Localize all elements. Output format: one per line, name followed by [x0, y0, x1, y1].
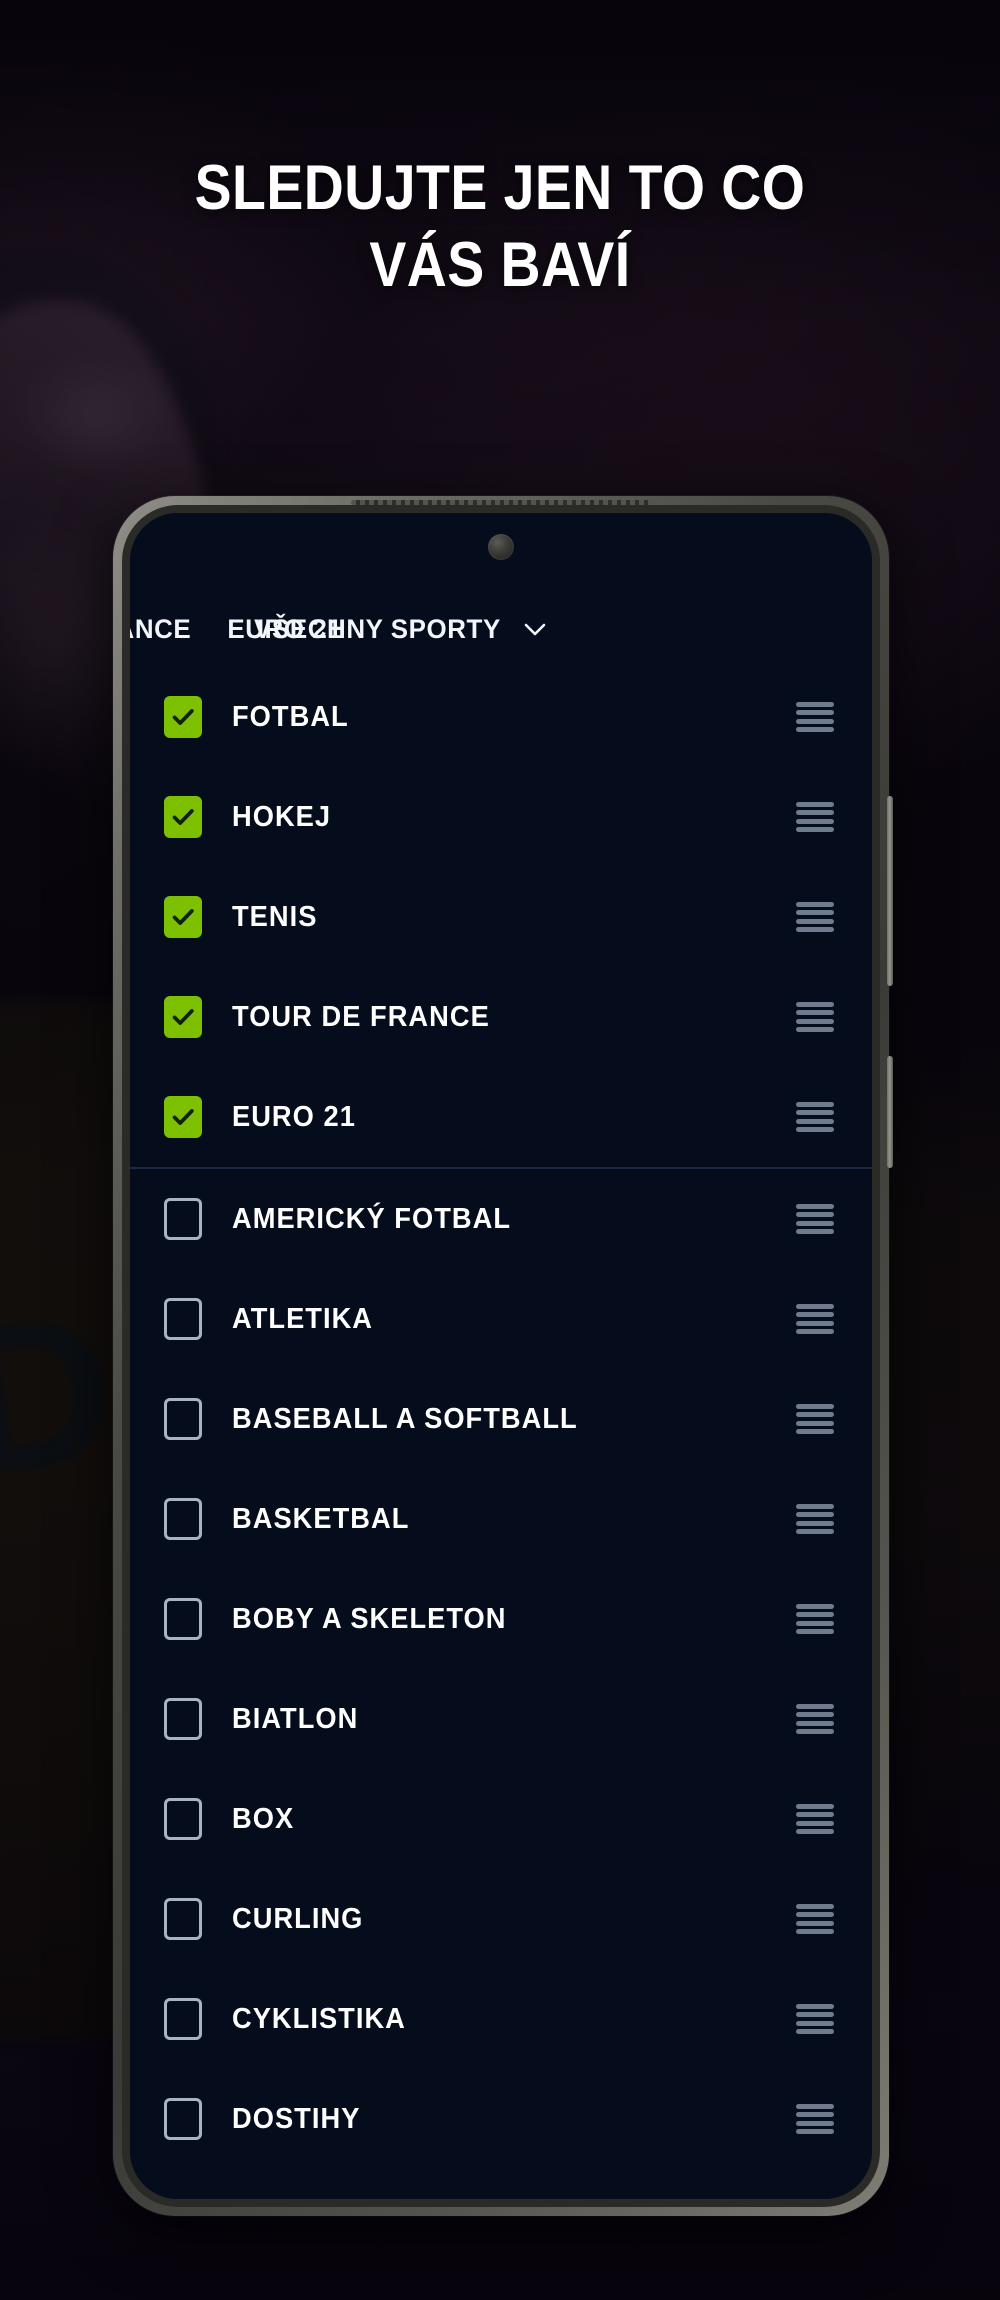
- checkbox-checked-icon[interactable]: [164, 896, 202, 938]
- checkbox-checked-icon[interactable]: [164, 796, 202, 838]
- volume-rocker-button[interactable]: [887, 796, 893, 986]
- sport-row[interactable]: TOUR DE FRANCE: [130, 967, 872, 1067]
- checkbox-checked-icon[interactable]: [164, 696, 202, 738]
- checkbox-unchecked-icon[interactable]: [164, 1398, 202, 1440]
- sport-label: BOBY A SKELETON: [232, 1602, 507, 1635]
- checkbox-unchecked-icon[interactable]: [164, 2098, 202, 2140]
- checkbox-unchecked-icon[interactable]: [164, 1698, 202, 1740]
- headline-line-1: SLEDUJTE JEN TO CO: [194, 153, 806, 223]
- sport-group-available: AMERICKÝ FOTBAL ATLETIKA BASEBALL A SOFTBA…: [130, 1169, 872, 2169]
- drag-handle-icon[interactable]: [796, 1504, 834, 1534]
- sport-label: TENIS: [232, 900, 318, 933]
- tab-tour-de-france[interactable]: R DE FRANCE: [130, 614, 191, 645]
- page-headline: SLEDUJTE JEN TO CO VÁS BAVÍ: [0, 150, 1000, 304]
- checkbox-unchecked-icon[interactable]: [164, 1598, 202, 1640]
- headline-line-2: VÁS BAVÍ: [369, 229, 631, 300]
- checkbox-unchecked-icon[interactable]: [164, 1498, 202, 1540]
- sport-label: CURLING: [232, 1902, 364, 1935]
- drag-handle-icon[interactable]: [796, 1404, 834, 1434]
- drag-handle-icon[interactable]: [796, 2004, 834, 2034]
- phone-screen: R DE FRANCE EURO 21 VŠECHNY SPORTY FOTBA…: [130, 513, 872, 2199]
- drag-handle-icon[interactable]: [796, 1904, 834, 1934]
- sport-label: ATLETIKA: [232, 1302, 374, 1335]
- drag-handle-icon[interactable]: [796, 2104, 834, 2134]
- drag-handle-icon[interactable]: [796, 802, 834, 832]
- drag-handle-icon[interactable]: [796, 1204, 834, 1234]
- sport-label: CYKLISTIKA: [232, 2002, 406, 2035]
- drag-handle-icon[interactable]: [796, 902, 834, 932]
- checkbox-unchecked-icon[interactable]: [164, 1298, 202, 1340]
- front-camera-icon: [488, 534, 514, 560]
- sport-row[interactable]: BOBY A SKELETON: [130, 1569, 872, 1669]
- sport-row[interactable]: EURO 21: [130, 1067, 872, 1167]
- drag-handle-icon[interactable]: [796, 1102, 834, 1132]
- drag-handle-icon[interactable]: [796, 1704, 834, 1734]
- sport-label: EURO 21: [232, 1100, 356, 1133]
- sport-row[interactable]: ATLETIKA: [130, 1269, 872, 1369]
- sport-row[interactable]: CURLING: [130, 1869, 872, 1969]
- sport-label: AMERICKÝ FOTBAL: [232, 1202, 512, 1235]
- sport-label: BIATLON: [232, 1702, 359, 1735]
- sport-label: DOSTIHY: [232, 2102, 361, 2135]
- sport-row[interactable]: AMERICKÝ FOTBAL: [130, 1169, 872, 1269]
- sport-label: BASKETBAL: [232, 1502, 410, 1535]
- drag-handle-icon[interactable]: [796, 1002, 834, 1032]
- sport-label: BASEBALL A SOFTBALL: [232, 1402, 578, 1435]
- sport-list[interactable]: FOTBAL HOKEJ TENIS TOUR DE FRANCE EURO 21 AM…: [130, 667, 872, 2199]
- sport-label: HOKEJ: [232, 800, 332, 833]
- checkbox-unchecked-icon[interactable]: [164, 1998, 202, 2040]
- sport-row[interactable]: FOTBAL: [130, 667, 872, 767]
- chevron-down-icon: [522, 616, 548, 642]
- sport-row[interactable]: BOX: [130, 1769, 872, 1869]
- sport-label: FOTBAL: [232, 700, 349, 733]
- drag-handle-icon[interactable]: [796, 1604, 834, 1634]
- drag-handle-icon[interactable]: [796, 1804, 834, 1834]
- sport-label: BOX: [232, 1802, 295, 1835]
- sport-row[interactable]: BASEBALL A SOFTBALL: [130, 1369, 872, 1469]
- sport-row[interactable]: CYKLISTIKA: [130, 1969, 872, 2069]
- sport-row[interactable]: DOSTIHY: [130, 2069, 872, 2169]
- speaker-grille-icon: [351, 500, 651, 505]
- all-sports-dropdown[interactable]: VŠECHNY SPORTY: [254, 614, 548, 645]
- checkbox-unchecked-icon[interactable]: [164, 1898, 202, 1940]
- sport-row[interactable]: BASKETBAL: [130, 1469, 872, 1569]
- sport-label: TOUR DE FRANCE: [232, 1000, 490, 1033]
- sport-tabbar[interactable]: R DE FRANCE EURO 21 VŠECHNY SPORTY: [130, 591, 872, 667]
- sport-row[interactable]: HOKEJ: [130, 767, 872, 867]
- sport-group-selected: FOTBAL HOKEJ TENIS TOUR DE FRANCE EURO 21: [130, 667, 872, 1169]
- phone-frame: R DE FRANCE EURO 21 VŠECHNY SPORTY FOTBA…: [113, 496, 893, 2216]
- app-viewport: R DE FRANCE EURO 21 VŠECHNY SPORTY FOTBA…: [130, 513, 872, 2199]
- drag-handle-icon[interactable]: [796, 702, 834, 732]
- checkbox-unchecked-icon[interactable]: [164, 1198, 202, 1240]
- sport-row[interactable]: TENIS: [130, 867, 872, 967]
- all-sports-dropdown-label: VŠECHNY SPORTY: [253, 613, 501, 644]
- checkbox-checked-icon[interactable]: [164, 1096, 202, 1138]
- phone-mockup: R DE FRANCE EURO 21 VŠECHNY SPORTY FOTBA…: [113, 496, 893, 2216]
- checkbox-checked-icon[interactable]: [164, 996, 202, 1038]
- checkbox-unchecked-icon[interactable]: [164, 1798, 202, 1840]
- power-button[interactable]: [887, 1056, 893, 1168]
- sport-row[interactable]: BIATLON: [130, 1669, 872, 1769]
- drag-handle-icon[interactable]: [796, 1304, 834, 1334]
